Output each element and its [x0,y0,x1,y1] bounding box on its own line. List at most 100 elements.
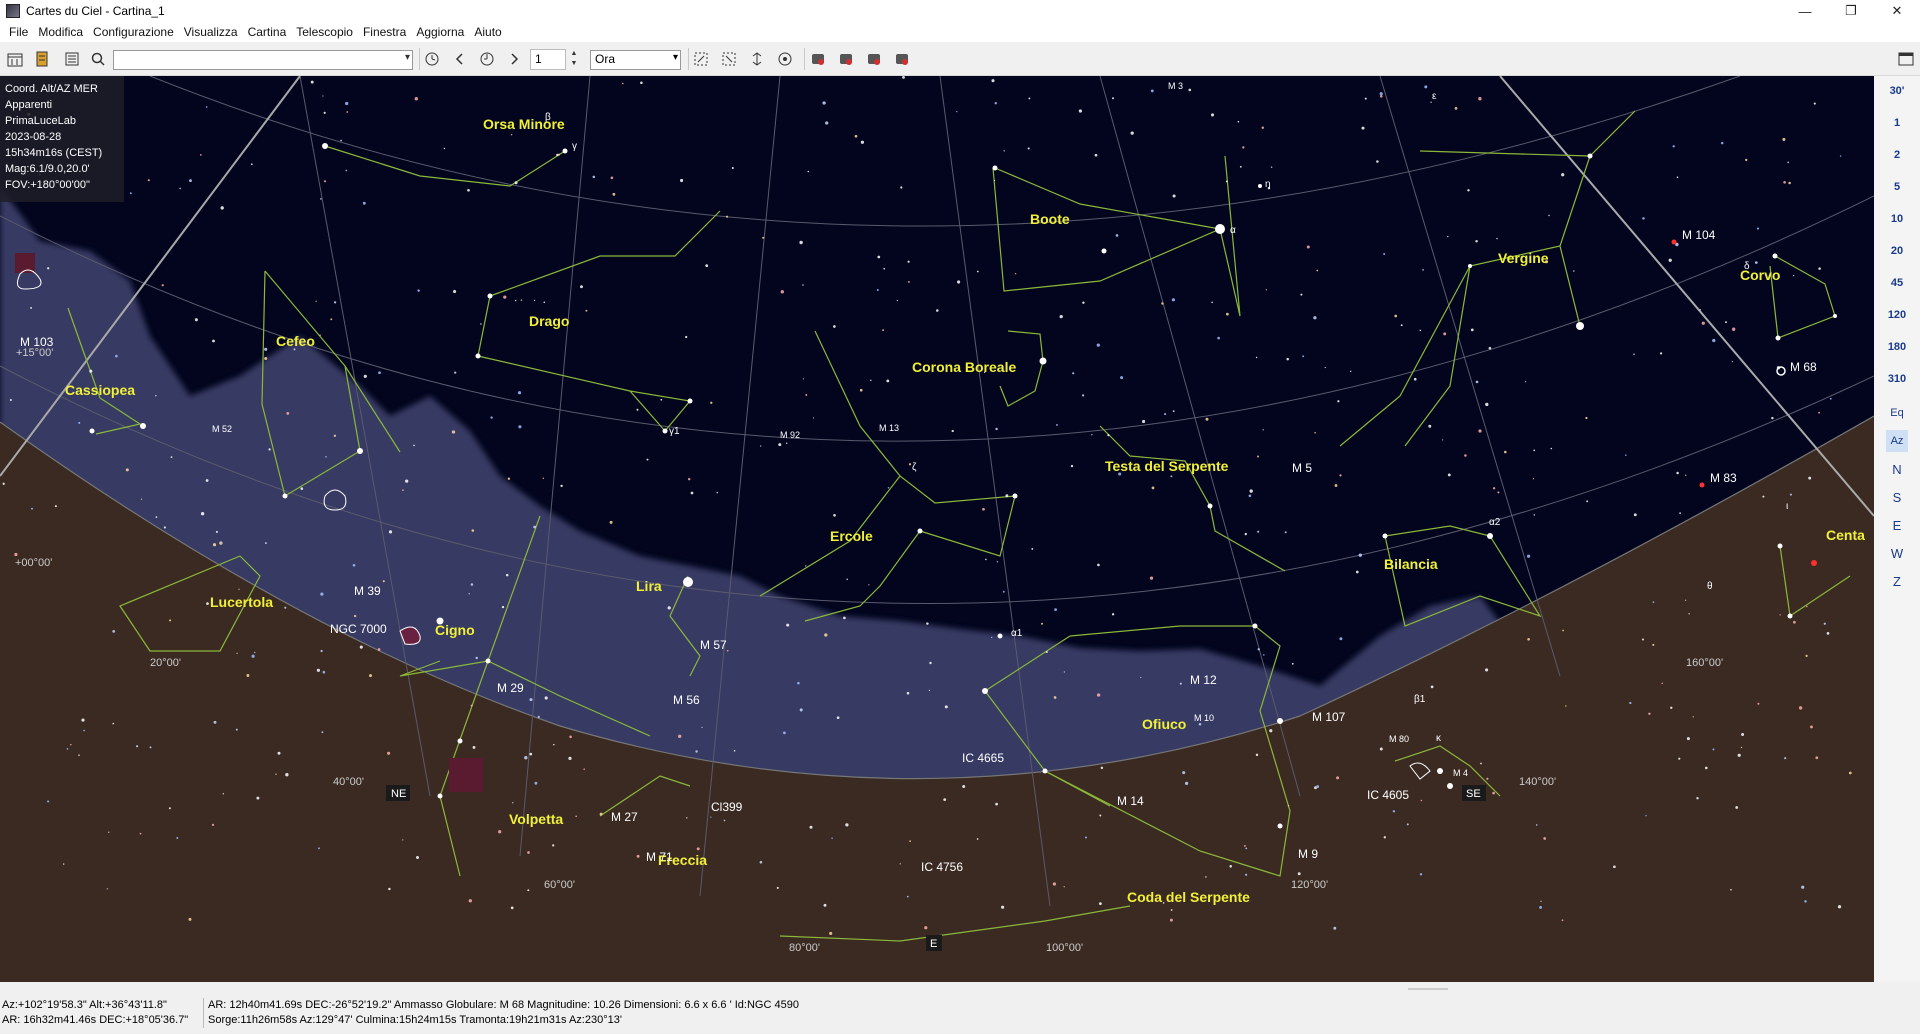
telescope-slew-icon[interactable] [836,49,856,69]
faint-star [206,602,209,605]
faint-star [896,299,898,302]
splitter-grip[interactable] [1408,988,1448,990]
star [140,423,146,429]
now-icon[interactable] [477,49,497,69]
fov-button-180[interactable]: 180 [1874,336,1920,358]
fov-button-30m[interactable]: 30' [1874,80,1920,102]
faint-star [378,371,381,375]
faint-star [529,698,533,702]
faint-star [1333,926,1337,930]
flip-icon[interactable] [747,49,767,69]
step-unit-select[interactable]: Ora ▾ [590,50,681,70]
view-south-button[interactable]: S [1886,486,1908,508]
fov-button-310[interactable]: 310 [1874,368,1920,390]
zoom-out-icon[interactable] [719,49,739,69]
faint-star [568,756,572,761]
fov-button-20[interactable]: 20 [1874,240,1920,262]
fov-button-5[interactable]: 5 [1874,176,1920,198]
faint-star [580,285,583,289]
faint-star [1270,166,1273,168]
fov-button-10[interactable]: 10 [1874,208,1920,230]
search-input[interactable]: ▾ [113,50,413,70]
label-drago: Drago [529,313,569,329]
faint-star [780,290,784,294]
faint-star [363,374,367,378]
faint-star [1257,648,1260,651]
menu-finestra[interactable]: Finestra [358,25,411,39]
view-west-button[interactable]: W [1886,542,1908,564]
step-back-icon[interactable] [450,49,470,69]
star [1587,153,1593,159]
search-icon[interactable] [88,49,108,69]
menu-aiuto[interactable]: Aiuto [469,25,506,39]
faint-star [1685,474,1687,476]
faint-star [1696,797,1699,800]
faint-star [1478,97,1482,101]
panel-toggle-icon[interactable] [1896,49,1916,69]
equatorial-mode-button[interactable]: Eq [1886,402,1908,424]
faint-star [929,661,932,665]
faint-star [89,369,93,373]
chevron-down-icon[interactable]: ▾ [405,52,410,63]
greek-label: η [1265,179,1271,190]
maximize-button[interactable]: ❐ [1828,0,1874,22]
altaz-mode-button[interactable]: Az [1886,430,1908,452]
faint-star [1094,153,1098,157]
menu-aggiorna[interactable]: Aggiorna [411,25,469,39]
grid-circle [149,76,1741,227]
minimize-button[interactable]: — [1782,0,1828,22]
faint-star [1170,475,1173,478]
clock-icon[interactable] [422,49,442,69]
menu-cartina[interactable]: Cartina [243,25,292,39]
fov-button-45[interactable]: 45 [1874,272,1920,294]
target-icon[interactable] [775,49,795,69]
grid-label: 120°00' [1291,879,1328,891]
telescope-sync-icon[interactable] [864,49,884,69]
faint-star [957,280,961,284]
list-icon[interactable] [62,49,82,69]
menu-modifica[interactable]: Modifica [33,25,88,39]
faint-star [1532,478,1535,480]
chevron-down-icon[interactable]: ▾ [673,52,678,63]
faint-star [125,468,129,472]
faint-star [1205,876,1207,878]
label-coda-del-serpente: Coda del Serpente [1127,889,1250,905]
faint-star [238,588,240,590]
view-north-button[interactable]: N [1886,458,1908,480]
faint-star [1661,682,1663,685]
faint-star [991,636,993,639]
faint-star [1488,346,1492,350]
sky-map[interactable]: Orsa Minore Boote Vergine Corvo Drago Ce… [0,76,1874,982]
faint-star [667,606,671,610]
fov-button-1[interactable]: 1 [1874,112,1920,134]
greek-label: δ [1744,261,1750,272]
step-forward-icon[interactable] [504,49,524,69]
fov-button-2[interactable]: 2 [1874,144,1920,166]
faint-star [1337,400,1340,403]
view-east-button[interactable]: E [1886,514,1908,536]
faint-star [783,731,786,735]
catalog-icon[interactable] [32,49,52,69]
step-count-field[interactable]: 1 [530,49,566,70]
star [487,293,493,299]
label-m13: M 13 [879,423,899,433]
menu-file[interactable]: File [4,25,33,39]
label-boote: Boote [1030,211,1070,227]
step-count-stepper[interactable]: ▲ ▼ [567,49,581,70]
faint-star [680,178,684,183]
menu-configurazione[interactable]: Configurazione [88,25,179,39]
label-cefeo: Cefeo [276,333,315,349]
faint-star [1003,150,1005,152]
fov-button-120[interactable]: 120 [1874,304,1920,326]
centaurus-marker [1811,560,1817,566]
close-button[interactable]: ✕ [1874,0,1920,22]
sky-chart[interactable]: Orsa Minore Boote Vergine Corvo Drago Ce… [0,76,1874,982]
faint-star [556,153,559,157]
telescope-connect-icon[interactable] [808,49,828,69]
calendar-icon[interactable] [5,49,25,69]
menu-visualizza[interactable]: Visualizza [179,25,243,39]
telescope-abort-icon[interactable] [892,49,912,69]
menu-telescopio[interactable]: Telescopio [291,25,358,39]
view-zenith-button[interactable]: Z [1886,570,1908,592]
zoom-in-icon[interactable] [691,49,711,69]
